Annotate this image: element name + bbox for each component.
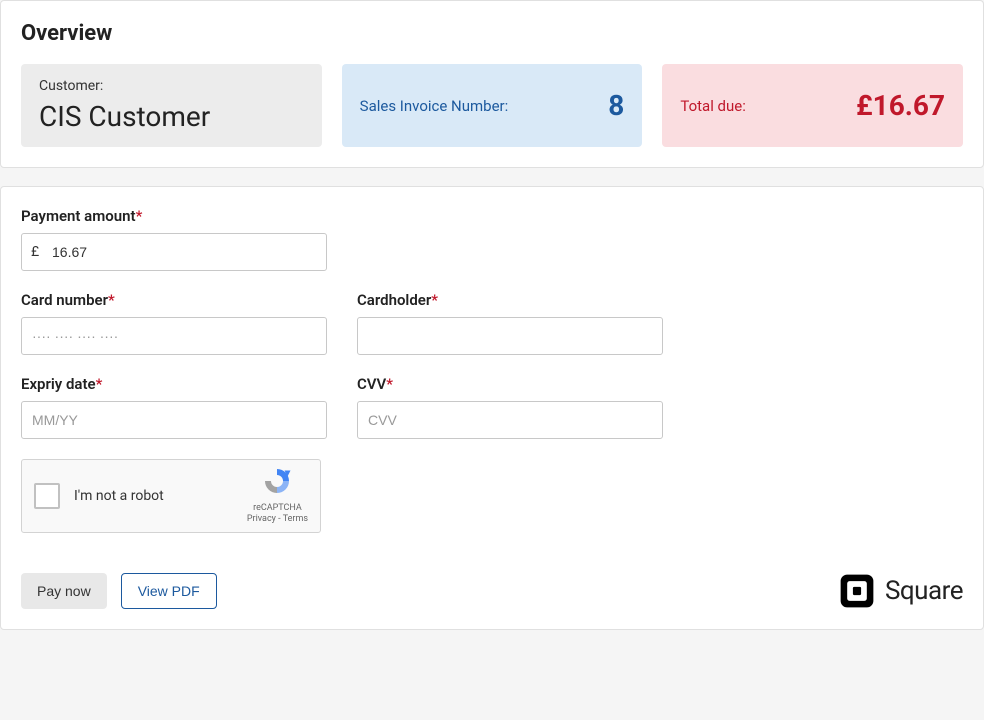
- payment-form-panel: Payment amount* £ Card number* Cardholde…: [0, 186, 984, 630]
- customer-value: CIS Customer: [39, 100, 210, 133]
- card-number-label: Card number*: [21, 291, 327, 309]
- payment-amount-label: Payment amount*: [21, 207, 327, 225]
- card-number-input[interactable]: [21, 317, 327, 355]
- cardholder-input[interactable]: [357, 317, 663, 355]
- recaptcha-icon: [262, 466, 292, 496]
- total-due-value: £16.67: [856, 89, 945, 122]
- view-pdf-button[interactable]: View PDF: [121, 573, 217, 609]
- cardholder-label: Cardholder*: [357, 291, 663, 309]
- expiry-label: Expriy date*: [21, 375, 327, 393]
- card-number-group: Card number*: [21, 291, 327, 355]
- pay-now-button[interactable]: Pay now: [21, 573, 107, 609]
- square-brand: Square: [839, 573, 963, 609]
- recaptcha-widget[interactable]: I'm not a robot reCAPTCHA Privacy - Term…: [21, 459, 321, 533]
- total-due-card: Total due: £16.67: [662, 64, 963, 147]
- cvv-group: CVV*: [357, 375, 663, 439]
- payment-amount-input[interactable]: [21, 233, 327, 271]
- cvv-label: CVV*: [357, 375, 663, 393]
- cvv-input[interactable]: [357, 401, 663, 439]
- payment-amount-group: Payment amount* £: [21, 207, 327, 271]
- actions-row: Pay now View PDF Square: [21, 573, 963, 609]
- overview-heading: Overview: [21, 21, 963, 46]
- currency-symbol: £: [31, 244, 39, 260]
- overview-cards: Customer: CIS Customer Sales Invoice Num…: [21, 64, 963, 147]
- invoice-card: Sales Invoice Number: 8: [342, 64, 643, 147]
- square-brand-text: Square: [885, 576, 963, 606]
- customer-label: Customer:: [39, 78, 103, 94]
- recaptcha-label: I'm not a robot: [74, 488, 247, 504]
- cardholder-group: Cardholder*: [357, 291, 663, 355]
- invoice-value: 8: [608, 89, 624, 122]
- overview-panel: Overview Customer: CIS Customer Sales In…: [0, 0, 984, 168]
- invoice-label: Sales Invoice Number:: [360, 97, 509, 115]
- expiry-input[interactable]: [21, 401, 327, 439]
- square-icon: [839, 573, 875, 609]
- recaptcha-brand: reCAPTCHA Privacy - Terms: [247, 466, 308, 526]
- expiry-group: Expriy date*: [21, 375, 327, 439]
- recaptcha-checkbox[interactable]: [34, 483, 60, 509]
- total-due-label: Total due:: [680, 97, 746, 115]
- customer-card: Customer: CIS Customer: [21, 64, 322, 147]
